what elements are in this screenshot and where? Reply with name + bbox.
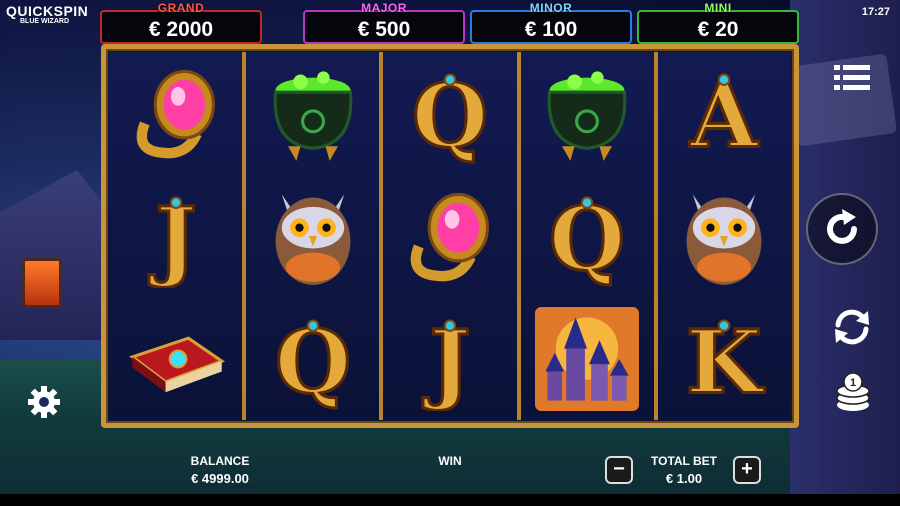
bet-settings-button[interactable]: 1 [832, 370, 874, 414]
settings-button[interactable] [26, 384, 62, 420]
jackpot-major-value: € 500 [357, 18, 411, 41]
game-name: BLUE WIZARD [20, 18, 69, 25]
symbol-ring [383, 175, 516, 298]
symbol-J: J [109, 175, 242, 298]
jackpot-mini: MINI € 20 [637, 1, 799, 44]
background-house [0, 170, 110, 340]
spin-icon [827, 209, 857, 244]
win-label: WIN [438, 454, 462, 468]
win-meter: WIN [420, 454, 480, 471]
symbol-ring [109, 52, 242, 175]
svg-text:1: 1 [850, 377, 856, 389]
total-bet-label: TOTAL BET [651, 454, 717, 468]
background-house-window [22, 258, 62, 308]
gear-icon [28, 386, 60, 418]
jackpot-grand: GRAND € 2000 [100, 1, 262, 44]
reel-1: J [109, 52, 247, 420]
coins-icon: 1 [836, 372, 870, 411]
total-bet-meter: TOTAL BET € 1.00 [644, 454, 724, 486]
symbol-owl [246, 175, 379, 298]
reel-grid: JQQJQAK [101, 44, 799, 428]
jackpot-bar: GRAND € 2000 MAJOR € 500 MINOR € 100 MIN… [100, 0, 800, 44]
symbol-A: A [658, 52, 791, 175]
symbol-Q: Q [383, 52, 516, 175]
jackpot-grand-label: GRAND [157, 1, 205, 15]
symbol-Q: Q [521, 175, 654, 298]
jackpot-major: MAJOR € 500 [303, 1, 465, 44]
brand-name: QUICKSPIN [6, 3, 89, 19]
reel-4: Q [520, 52, 658, 420]
jackpot-minor: MINOR € 100 [470, 1, 632, 44]
menu-button[interactable] [830, 60, 874, 96]
clock: 17:27 [861, 6, 890, 18]
reel-5: AK [657, 52, 792, 420]
jackpot-major-label: MAJOR [361, 1, 407, 15]
balance-value: € 4999.00 [191, 471, 249, 486]
reel-2: Q [246, 52, 384, 420]
symbol-J: J [383, 297, 516, 420]
symbol-cauldron [246, 52, 379, 175]
balance-label: BALANCE [190, 454, 250, 468]
autoplay-button[interactable] [830, 305, 874, 349]
reel-3: QJ [383, 52, 521, 420]
increase-bet-button[interactable]: + [733, 456, 761, 484]
symbol-Q: Q [246, 297, 379, 420]
jackpot-minor-value: € 100 [524, 18, 578, 41]
symbol-owl [658, 175, 791, 298]
balance-meter: BALANCE € 4999.00 [180, 454, 260, 486]
symbol-K: K [658, 297, 791, 420]
spin-button[interactable] [806, 193, 878, 265]
game-logo: QUICKSPIN BLUE WIZARD [6, 4, 88, 25]
symbol-spellbook [109, 297, 242, 420]
autoplay-icon [835, 309, 869, 345]
jackpot-mini-value: € 20 [697, 18, 739, 41]
bottom-strip [0, 494, 900, 506]
jackpot-minor-label: MINOR [529, 1, 573, 15]
symbol-cauldron [521, 52, 654, 175]
total-bet-value: € 1.00 [665, 471, 703, 486]
menu-icon [834, 65, 870, 90]
jackpot-grand-value: € 2000 [148, 18, 214, 41]
decrease-bet-button[interactable]: − [605, 456, 633, 484]
symbol-castle [521, 297, 654, 420]
jackpot-mini-label: MINI [704, 1, 732, 15]
